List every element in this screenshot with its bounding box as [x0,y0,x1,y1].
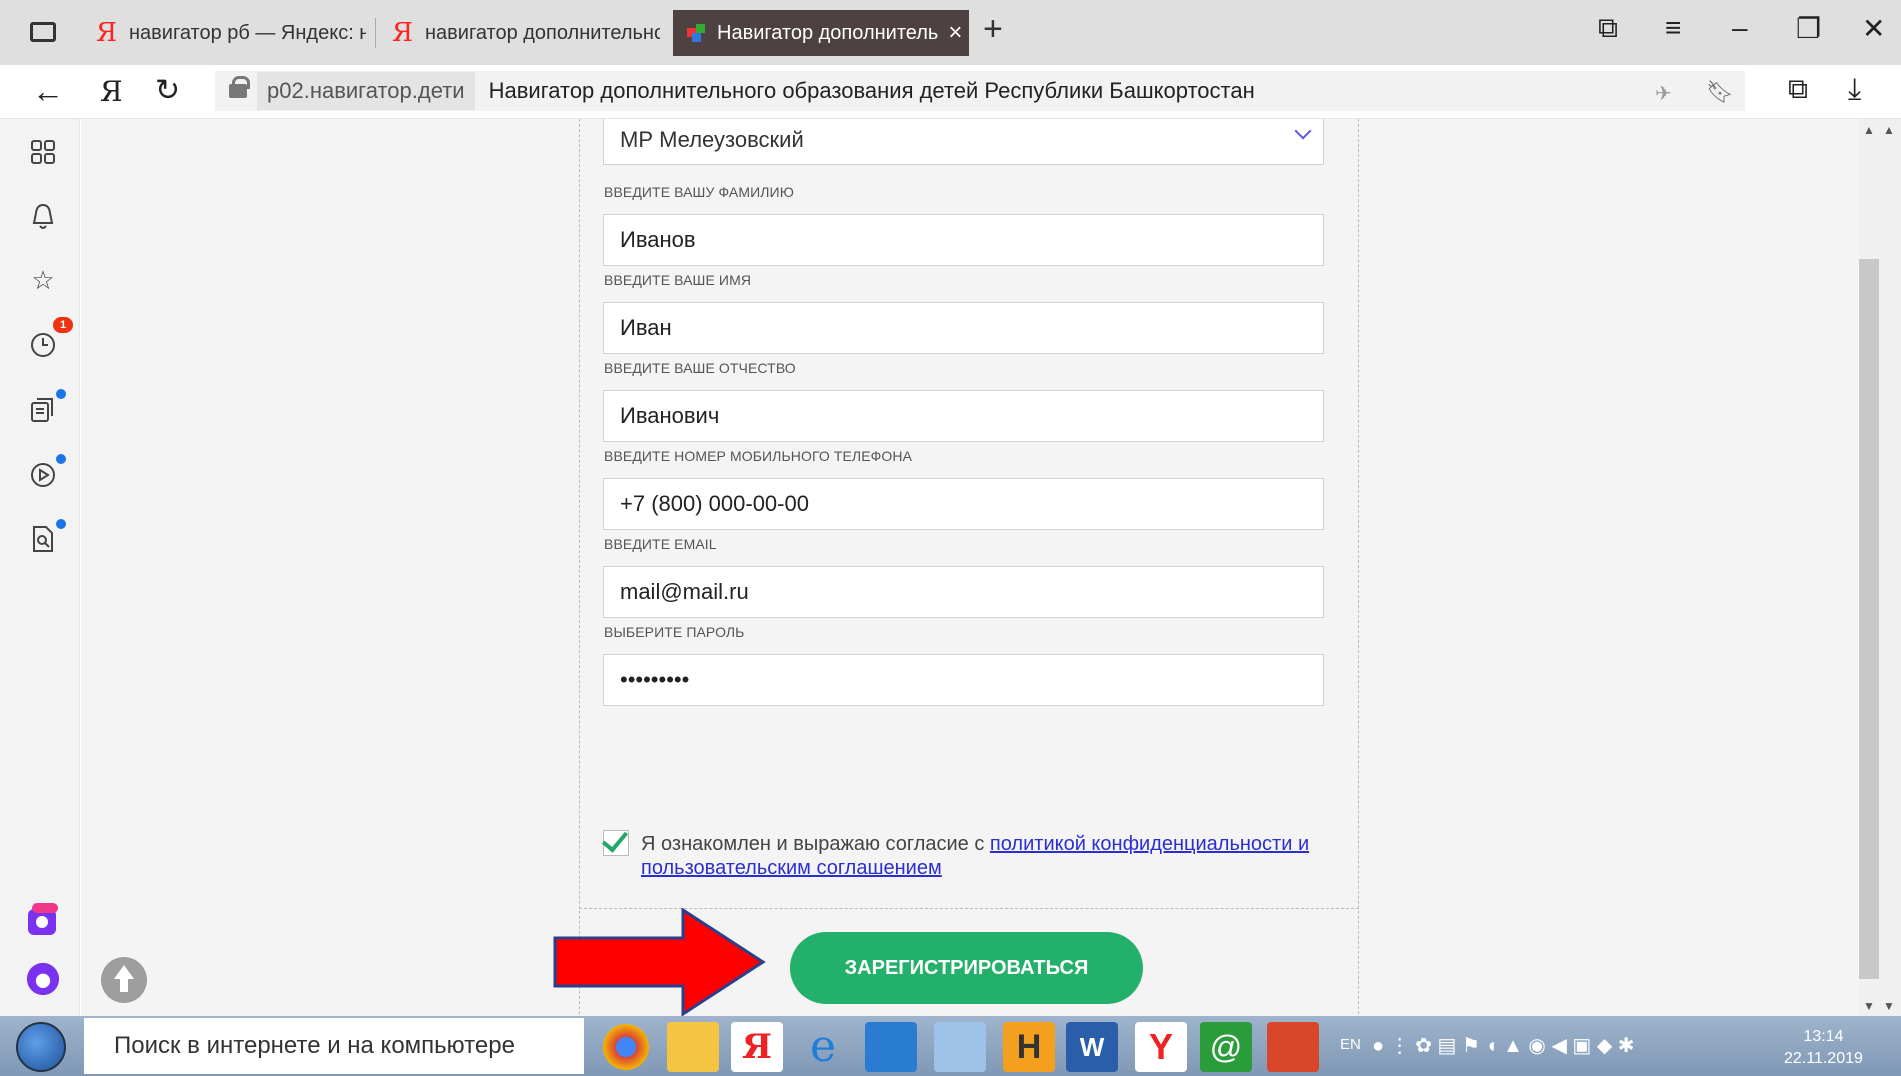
phone-input[interactable] [603,478,1324,530]
volume-app-icon[interactable] [934,1022,986,1072]
name-label: ВВЕДИТЕ ВАШЕ ИМЯ [604,272,752,288]
presentation-icon[interactable] [1267,1022,1319,1072]
download-icon[interactable]: ⤓ [1848,73,1861,107]
scrollbar-thumb[interactable] [1859,259,1879,979]
yandex-y-icon[interactable]: Y [1135,1022,1187,1072]
scroll-up-arrow-icon[interactable]: ▲ [1883,123,1895,137]
minimize-icon[interactable]: – [1732,12,1748,44]
tab-divider [375,18,376,48]
windows-taskbar: Поиск в интернете и на компьютере Я e H … [0,1016,1901,1076]
red-arrow-annotation [553,908,766,1016]
internet-explorer-icon[interactable]: e [797,1022,849,1072]
yandex-home-icon[interactable]: Я [100,75,123,108]
zen-feed-icon[interactable] [26,392,60,426]
scroll-down-arrow-icon[interactable]: ▼ [1883,999,1895,1013]
consent-checkbox[interactable] [601,825,629,856]
alice-app-icon[interactable] [26,902,60,936]
email-label: ВВЕДИТЕ EMAIL [604,536,717,552]
video-play-icon[interactable] [26,458,60,492]
consent-label: Я ознакомлен и выражаю согласие с [641,833,990,855]
tray-icons[interactable]: ● ⋮ ✿ ▤ ⚑ ◖ ▲ ◉ ◀ ▣ ◆ ✱ [1372,1033,1635,1058]
tab-3-active[interactable]: Навигатор дополнитель × [673,10,969,56]
register-button[interactable]: ЗАРЕГИСТРИРОВАТЬСЯ [790,932,1143,1004]
bookmark-icon[interactable]: 🔖︎ [1706,79,1734,105]
notifications-bell-icon[interactable] [26,199,60,233]
consent-text: Я ознакомлен и выражаю согласие с полити… [641,832,1321,880]
back-icon[interactable]: ← [32,73,64,110]
translate-icon[interactable]: ⧉ [1788,73,1808,106]
surname-label: ВВЕДИТЕ ВАШУ ФАМИЛИЮ [604,184,794,200]
tab-1[interactable]: Я навигатор рб — Яндекс: на [96,10,366,56]
h-app-icon[interactable]: H [1003,1022,1055,1072]
yandex-icon: Я [96,18,117,48]
system-clock[interactable]: 13:14 22.11.2019 [1784,1026,1863,1070]
close-tab-icon[interactable]: × [948,19,962,47]
url-domain[interactable]: р02.навигатор.дети [257,72,475,110]
page-content: МР Мелеузовский ВВЕДИТЕ ВАШУ ФАМИЛИЮ ВВЕ… [81,119,1859,1016]
restore-icon[interactable]: ❐ [1796,12,1821,45]
protect-icon[interactable]: ✈ [1655,81,1672,106]
notification-badge: 1 [53,317,73,333]
name-input[interactable] [603,302,1324,354]
chevron-down-icon [1294,122,1312,140]
video-new-dot [56,454,66,464]
yandex-browser-icon[interactable]: Я [731,1022,783,1072]
address-bar: ← Я ↻ р02.навигатор.дети Навигатор допол… [0,65,1901,119]
patronymic-label: ВВЕДИТЕ ВАШЕ ОТЧЕСТВО [604,360,796,376]
clock-time: 13:14 [1803,1028,1844,1045]
side-panel: ☆ 1 [0,119,80,1016]
tabs-panel-icon[interactable] [30,22,56,42]
file-explorer-icon[interactable] [667,1022,719,1072]
page-scrollbar[interactable]: ▲ ▲ ▼ ▼ [1859,119,1901,1016]
password-label: ВЫБЕРИТЕ ПАРОЛЬ [604,624,745,640]
yandex-icon: Я [392,18,413,48]
checkmark-icon [601,825,629,853]
search-document-icon[interactable] [26,522,60,556]
browser-tab-bar: Я навигатор рб — Яндекс: на Я навигатор … [0,0,1901,65]
scroll-up-icon[interactable] [101,957,147,1003]
language-indicator[interactable]: EN [1340,1036,1361,1053]
new-tab-icon[interactable]: + [983,10,1003,49]
taskbar-search[interactable]: Поиск в интернете и на компьютере [84,1018,584,1074]
mail-agent-icon[interactable]: @ [1200,1022,1252,1072]
surname-input[interactable] [603,214,1324,266]
url-field[interactable]: р02.навигатор.дети Навигатор дополнитель… [215,71,1745,111]
lock-icon[interactable] [229,76,250,98]
chrome-icon[interactable] [603,1024,649,1070]
reload-icon[interactable]: ↻ [155,73,180,108]
scroll-up-arrow-icon[interactable]: ▲ [1863,123,1875,137]
url-page-title[interactable]: Навигатор дополнительного образования де… [489,78,1255,104]
municipality-value: МР Мелеузовский [620,127,804,152]
close-window-icon[interactable]: ✕ [1862,12,1885,45]
menu-icon[interactable]: ≡ [1665,12,1681,44]
navigator-favicon [687,24,705,42]
clock-date: 22.11.2019 [1784,1050,1863,1067]
municipality-select[interactable]: МР Мелеузовский [603,119,1324,165]
tab-title: навигатор дополнительно [425,21,660,44]
favorites-star-icon[interactable]: ☆ [26,263,60,297]
start-button[interactable] [16,1022,66,1072]
phone-label: ВВЕДИТЕ НОМЕР МОБИЛЬНОГО ТЕЛЕФОНА [604,448,913,464]
history-clock-icon[interactable] [26,328,60,362]
tab-2[interactable]: Я навигатор дополнительно [392,10,660,56]
word-icon[interactable]: W [1066,1022,1118,1072]
password-input[interactable] [603,654,1324,706]
scroll-down-arrow-icon[interactable]: ▼ [1863,999,1875,1013]
media-player-icon[interactable] [865,1022,917,1072]
tab-title: навигатор рб — Яндекс: на [129,21,366,44]
zen-new-dot [56,389,66,399]
bookmarks-panel-icon[interactable]: ⧉ [1598,12,1618,45]
alice-assistant-icon[interactable] [26,962,60,996]
tab-title: Навигатор дополнитель [717,21,939,44]
patronymic-input[interactable] [603,390,1324,442]
email-input[interactable] [603,566,1324,618]
search-new-dot [56,519,66,529]
services-grid-icon[interactable] [26,135,60,169]
